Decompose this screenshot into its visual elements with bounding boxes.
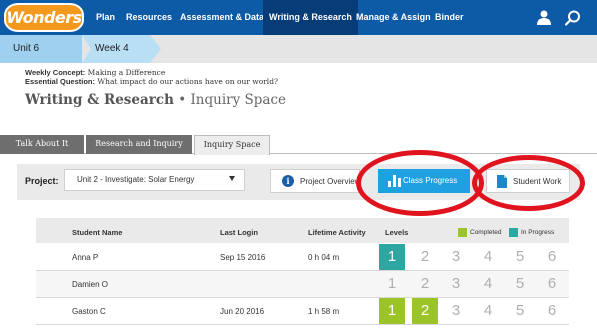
level-5-badge: 5: [515, 302, 525, 319]
tab-talk-about-it[interactable]: Talk About It: [0, 135, 84, 154]
essential-question-label: Essential Question:: [25, 77, 96, 86]
project-label: Project:: [25, 176, 59, 186]
project-overview-button[interactable]: i Project Overview: [270, 169, 360, 193]
level-6-badge: 6: [547, 248, 557, 265]
breadcrumb-unit-label: Unit 6: [13, 43, 40, 54]
essential-question-value: What impact do our actions have on our w…: [95, 77, 279, 86]
level-1-badge[interactable]: 1: [379, 298, 405, 324]
weekly-concept-label: Weekly Concept:: [25, 68, 86, 77]
lifetime-activity: 1 h 58 m: [308, 307, 340, 316]
search-icon[interactable]: [565, 10, 581, 26]
user-icon[interactable]: [537, 10, 551, 25]
breadcrumb-week-label: Week 4: [95, 43, 129, 54]
level-1-badge[interactable]: 1: [379, 244, 405, 270]
level-1-badge: 1: [387, 275, 397, 292]
nav-manage-assign[interactable]: Manage & Assign: [356, 0, 431, 35]
lifetime-activity: 0 h 04 m: [308, 253, 340, 262]
level-4-badge: 4: [483, 248, 493, 265]
level-6-badge: 6: [547, 275, 557, 292]
student-name: Damien O: [72, 280, 109, 289]
last-login: Sep 15 2016: [220, 253, 266, 262]
level-2-badge[interactable]: 2: [412, 298, 438, 324]
level-4-badge: 4: [483, 302, 493, 319]
nav-resources[interactable]: Resources: [126, 0, 172, 35]
annotation-circle-class-progress: [356, 150, 484, 216]
weekly-concept: Weekly Concept: Making a Difference Esse…: [25, 68, 278, 86]
annotation-circle-student-work: [472, 155, 585, 211]
info-icon: i: [282, 175, 294, 187]
tab-research-and-inquiry[interactable]: Research and Inquiry: [86, 135, 192, 154]
page-title-main: Writing & Research: [25, 92, 174, 108]
level-2-badge: 2: [420, 248, 430, 265]
legend-in-progress-label: In Progress: [521, 229, 555, 236]
chevron-down-icon: [229, 176, 235, 181]
level-5-badge: 5: [515, 275, 525, 292]
page-title-separator: •: [173, 92, 191, 108]
weekly-concept-value: Making a Difference: [85, 68, 166, 77]
level-3-badge: 3: [451, 248, 461, 265]
header-last-login[interactable]: Last Login: [220, 228, 258, 237]
header-student-name[interactable]: Student Name: [72, 228, 122, 237]
wonders-logo[interactable]: Wonders: [4, 3, 84, 32]
level-6-badge: 6: [547, 302, 557, 319]
level-5-badge: 5: [515, 248, 525, 265]
last-login: Jun 20 2016: [220, 307, 265, 316]
legend-completed-label: Completed: [470, 229, 502, 236]
project-select[interactable]: Unit 2 - Investigate: Solar Energy: [64, 169, 245, 191]
student-name: Gaston C: [72, 307, 106, 316]
header-lifetime-activity[interactable]: Lifetime Activity: [308, 228, 366, 237]
page-title-sub: Inquiry Space: [190, 92, 286, 108]
tab-inquiry-space[interactable]: Inquiry Space: [194, 135, 270, 155]
project-overview-label: Project Overview: [300, 177, 361, 186]
breadcrumb: Unit 6 Week 4: [0, 35, 597, 63]
nav-binder[interactable]: Binder: [435, 0, 464, 35]
level-3-badge: 3: [451, 302, 461, 319]
page-title: Writing & Research • Inquiry Space: [25, 92, 286, 108]
level-3-badge: 3: [451, 275, 461, 292]
legend-in-progress-swatch: [509, 228, 518, 237]
top-nav: Wonders Plan Resources Assessment & Data…: [0, 0, 597, 35]
legend-completed-swatch: [458, 228, 467, 237]
level-4-badge: 4: [483, 275, 493, 292]
nav-assessment-data[interactable]: Assessment & Data: [180, 0, 264, 35]
header-levels: Levels: [385, 228, 409, 237]
nav-writing-research[interactable]: Writing & Research: [263, 0, 358, 35]
student-name: Anna P: [72, 253, 99, 262]
nav-plan[interactable]: Plan: [96, 0, 115, 35]
level-2-badge: 2: [420, 275, 430, 292]
